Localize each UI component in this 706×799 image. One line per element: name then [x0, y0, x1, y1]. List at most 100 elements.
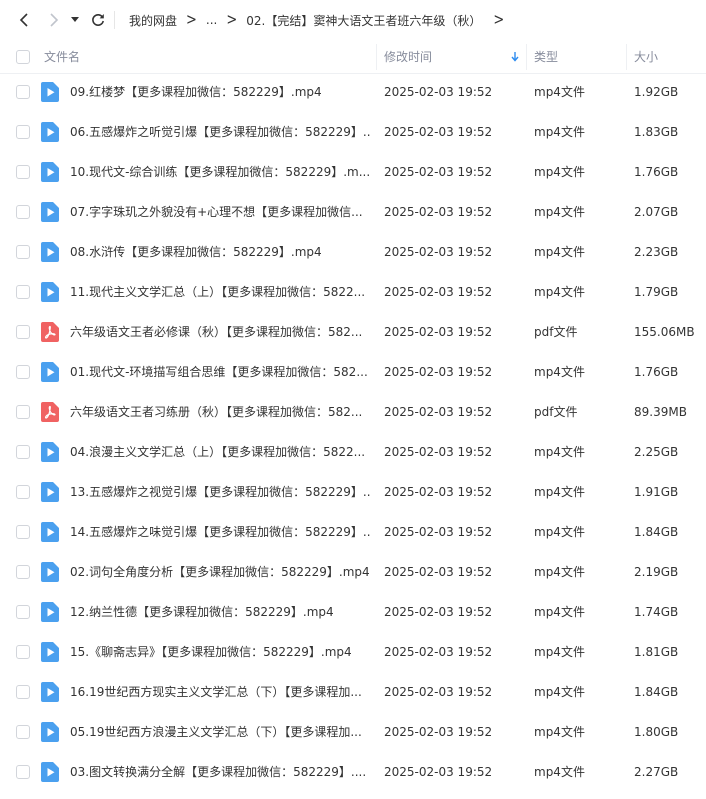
row-checkbox[interactable]: [16, 205, 30, 219]
file-row[interactable]: 07.字字珠玑之外貌没有+心理不想【更多课程加微信... 2025-02-03 1…: [0, 192, 706, 232]
file-name[interactable]: 05.19世纪西方浪漫主义文学汇总（下）【更多课程加...: [70, 712, 370, 752]
history-dropdown-button[interactable]: [68, 10, 82, 30]
file-row[interactable]: 04.浪漫主义文学汇总（上）【更多课程加微信：5822... 2025-02-03…: [0, 432, 706, 472]
breadcrumb-root[interactable]: 我的网盘: [129, 12, 177, 29]
row-checkbox[interactable]: [16, 365, 30, 379]
row-checkbox[interactable]: [16, 285, 30, 299]
file-row[interactable]: 12.纳兰性德【更多课程加微信：582229】.mp4 2025-02-03 19…: [0, 592, 706, 632]
breadcrumb-expand-icon[interactable]: >: [493, 11, 504, 29]
file-row[interactable]: 15.《聊斋志异》【更多课程加微信：582229】.mp4 2025-02-03 …: [0, 632, 706, 672]
row-checkbox[interactable]: [16, 605, 30, 619]
file-row[interactable]: 05.19世纪西方浪漫主义文学汇总（下）【更多课程加... 2025-02-03 …: [0, 712, 706, 752]
file-name[interactable]: 15.《聊斋志异》【更多课程加微信：582229】.mp4: [70, 632, 370, 672]
file-row[interactable]: 08.水浒传【更多课程加微信：582229】.mp4 2025-02-03 19:…: [0, 232, 706, 272]
file-size: 2.23GB: [634, 245, 679, 259]
file-name[interactable]: 03.图文转换满分全解【更多课程加微信：582229】....: [70, 752, 370, 792]
row-checkbox[interactable]: [16, 685, 30, 699]
file-modified-time: 2025-02-03 19:52: [384, 685, 493, 699]
file-modified-time: 2025-02-03 19:52: [384, 245, 493, 259]
video-file-icon: [41, 602, 59, 622]
file-name[interactable]: 08.水浒传【更多课程加微信：582229】.mp4: [70, 232, 370, 272]
row-checkbox[interactable]: [16, 245, 30, 259]
video-file-icon: [41, 362, 59, 382]
file-row[interactable]: 09.红楼梦【更多课程加微信：582229】.mp4 2025-02-03 19:…: [0, 72, 706, 112]
file-row[interactable]: 13.五感爆炸之视觉引爆【更多课程加微信：582229】.... 2025-02-…: [0, 472, 706, 512]
row-checkbox[interactable]: [16, 725, 30, 739]
column-header-size[interactable]: 大小: [634, 40, 658, 73]
file-row[interactable]: 16.19世纪西方现实主义文学汇总（下）【更多课程加... 2025-02-03 …: [0, 672, 706, 712]
file-modified-time: 2025-02-03 19:52: [384, 645, 493, 659]
file-size: 2.19GB: [634, 565, 679, 579]
file-size: 1.76GB: [634, 365, 679, 379]
file-row[interactable]: 01.现代文-环境描写组合思维【更多课程加微信：582... 2025-02-03…: [0, 352, 706, 392]
nav-divider: [114, 11, 115, 29]
file-type: mp4文件: [534, 685, 585, 699]
file-size: 1.74GB: [634, 605, 679, 619]
file-type: mp4文件: [534, 205, 585, 219]
row-checkbox[interactable]: [16, 525, 30, 539]
refresh-icon: [92, 13, 104, 26]
file-name[interactable]: 12.纳兰性德【更多课程加微信：582229】.mp4: [70, 592, 370, 632]
breadcrumb-ellipsis[interactable]: ...: [206, 13, 217, 27]
row-checkbox[interactable]: [16, 565, 30, 579]
file-modified-time: 2025-02-03 19:52: [384, 565, 493, 579]
file-name[interactable]: 11.现代主义文学汇总（上）【更多课程加微信：5822...: [70, 272, 370, 312]
file-row[interactable]: 六年级语文王者必修课（秋）【更多课程加微信：582... 2025-02-03 1…: [0, 312, 706, 352]
forward-button[interactable]: [44, 10, 64, 30]
row-checkbox[interactable]: [16, 485, 30, 499]
file-name[interactable]: 六年级语文王者必修课（秋）【更多课程加微信：582...: [70, 312, 370, 352]
file-name[interactable]: 六年级语文王者习练册（秋）【更多课程加微信：582...: [70, 392, 370, 432]
chevron-right-icon: [50, 13, 59, 27]
video-file-icon: [41, 122, 59, 142]
file-name[interactable]: 02.词句全角度分析【更多课程加微信：582229】.mp4: [70, 552, 370, 592]
file-name[interactable]: 09.红楼梦【更多课程加微信：582229】.mp4: [70, 72, 370, 112]
column-header-type[interactable]: 类型: [534, 40, 558, 73]
file-modified-time: 2025-02-03 19:52: [384, 325, 493, 339]
file-modified-time: 2025-02-03 19:52: [384, 125, 493, 139]
row-checkbox[interactable]: [16, 765, 30, 779]
file-size: 1.92GB: [634, 85, 679, 99]
row-checkbox[interactable]: [16, 325, 30, 339]
file-row[interactable]: 六年级语文王者习练册（秋）【更多课程加微信：582... 2025-02-03 1…: [0, 392, 706, 432]
file-type: mp4文件: [534, 445, 585, 459]
breadcrumb-current-folder[interactable]: 02.【完结】窦神大语文王者班六年级（秋）: [246, 12, 481, 29]
file-row[interactable]: 02.词句全角度分析【更多课程加微信：582229】.mp4 2025-02-03…: [0, 552, 706, 592]
back-button[interactable]: [14, 10, 34, 30]
row-checkbox[interactable]: [16, 165, 30, 179]
file-name[interactable]: 01.现代文-环境描写组合思维【更多课程加微信：582...: [70, 352, 370, 392]
file-row[interactable]: 10.现代文-综合训练【更多课程加微信：582229】.m... 2025-02-…: [0, 152, 706, 192]
file-row[interactable]: 06.五感爆炸之听觉引爆【更多课程加微信：582229】.... 2025-02-…: [0, 112, 706, 152]
column-header-modified[interactable]: 修改时间: [384, 40, 432, 73]
file-name[interactable]: 13.五感爆炸之视觉引爆【更多课程加微信：582229】....: [70, 472, 370, 512]
file-row[interactable]: 03.图文转换满分全解【更多课程加微信：582229】.... 2025-02-0…: [0, 752, 706, 792]
file-modified-time: 2025-02-03 19:52: [384, 525, 493, 539]
file-name[interactable]: 10.现代文-综合训练【更多课程加微信：582229】.m...: [70, 152, 370, 192]
file-type: mp4文件: [534, 285, 585, 299]
file-type: mp4文件: [534, 165, 585, 179]
file-name[interactable]: 06.五感爆炸之听觉引爆【更多课程加微信：582229】....: [70, 112, 370, 152]
refresh-button[interactable]: [88, 10, 108, 30]
breadcrumb-separator-icon: >: [186, 11, 197, 29]
file-list-header: 文件名 修改时间 类型 大小: [0, 40, 706, 74]
row-checkbox[interactable]: [16, 405, 30, 419]
file-type: mp4文件: [534, 485, 585, 499]
file-name[interactable]: 14.五感爆炸之味觉引爆【更多课程加微信：582229】....: [70, 512, 370, 552]
file-row[interactable]: 14.五感爆炸之味觉引爆【更多课程加微信：582229】.... 2025-02-…: [0, 512, 706, 552]
file-type: pdf文件: [534, 325, 578, 339]
video-file-icon: [41, 442, 59, 462]
file-name[interactable]: 04.浪漫主义文学汇总（上）【更多课程加微信：5822...: [70, 432, 370, 472]
select-all-checkbox[interactable]: [16, 50, 30, 64]
file-size: 1.83GB: [634, 125, 679, 139]
column-header-name[interactable]: 文件名: [44, 40, 80, 73]
row-checkbox[interactable]: [16, 125, 30, 139]
video-file-icon: [41, 682, 59, 702]
sort-descending-icon[interactable]: [511, 40, 519, 73]
file-name[interactable]: 07.字字珠玑之外貌没有+心理不想【更多课程加微信...: [70, 192, 370, 232]
row-checkbox[interactable]: [16, 645, 30, 659]
video-file-icon: [41, 242, 59, 262]
file-name[interactable]: 16.19世纪西方现实主义文学汇总（下）【更多课程加...: [70, 672, 370, 712]
row-checkbox[interactable]: [16, 445, 30, 459]
file-row[interactable]: 11.现代主义文学汇总（上）【更多课程加微信：5822... 2025-02-03…: [0, 272, 706, 312]
row-checkbox[interactable]: [16, 85, 30, 99]
file-size: 1.81GB: [634, 645, 679, 659]
